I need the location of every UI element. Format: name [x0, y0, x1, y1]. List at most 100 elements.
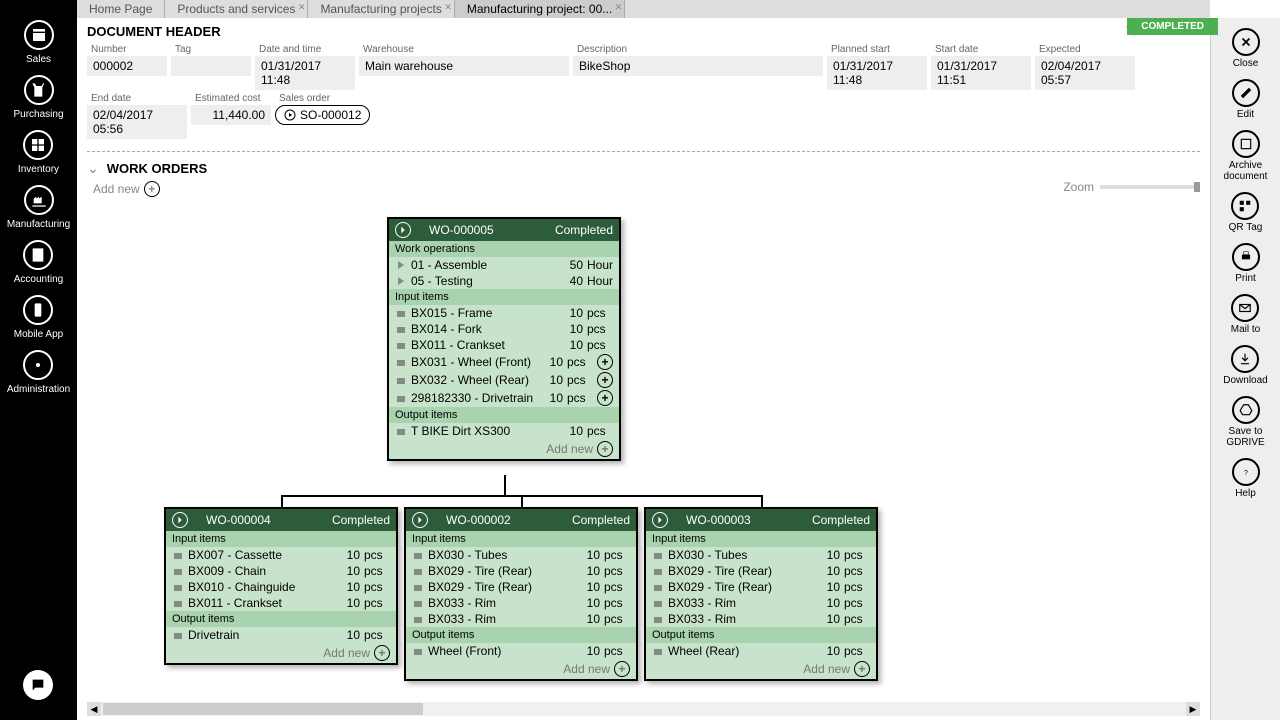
horizontal-scrollbar[interactable]: ◀ ▶	[87, 702, 1200, 716]
end-field[interactable]: 02/04/2017 05:56	[87, 105, 187, 139]
wo-card-5[interactable]: WO-000005Completed Work operations 01 - …	[387, 217, 621, 461]
collapse-icon[interactable]: ⌄	[87, 160, 99, 177]
start-field[interactable]: 01/31/2017 11:51	[931, 56, 1031, 90]
archive-icon	[1232, 130, 1260, 158]
nav-mobile[interactable]: Mobile App	[14, 295, 63, 340]
add-new-item[interactable]: Add new+	[166, 643, 396, 663]
item-row[interactable]: BX033 - Rim10pcs	[406, 611, 636, 627]
print-button[interactable]: Print	[1232, 243, 1260, 284]
item-row[interactable]: Wheel (Rear)10pcs	[646, 643, 876, 659]
item-row[interactable]: BX033 - Rim10pcs	[646, 595, 876, 611]
gdrive-button[interactable]: Save to GDRIVE	[1211, 396, 1280, 448]
item-icon	[395, 307, 407, 319]
add-new-item[interactable]: Add new+	[389, 439, 619, 459]
wo-card-3[interactable]: WO-000003Completed Input items BX030 - T…	[644, 507, 878, 681]
item-row[interactable]: BX030 - Tubes10pcs	[646, 547, 876, 563]
item-row[interactable]: 298182330 - Drivetrain10pcs+	[389, 389, 619, 407]
mail-icon	[1231, 294, 1259, 322]
add-new-wo[interactable]: Add new +	[93, 181, 1200, 197]
item-row[interactable]: BX011 - Crankset10pcs	[389, 337, 619, 353]
item-row[interactable]: BX032 - Wheel (Rear)10pcs+	[389, 371, 619, 389]
tab-products[interactable]: Products and services✕	[165, 0, 308, 18]
item-row[interactable]: BX033 - Rim10pcs	[646, 611, 876, 627]
item-row[interactable]: Wheel (Front)10pcs	[406, 643, 636, 659]
plus-icon: +	[374, 645, 390, 661]
plus-icon[interactable]: +	[597, 372, 613, 388]
nav-manufacturing[interactable]: Manufacturing	[7, 185, 70, 230]
item-row[interactable]: BX009 - Chain10pcs	[166, 563, 396, 579]
item-row[interactable]: BX010 - Chainguide10pcs	[166, 579, 396, 595]
item-icon	[395, 356, 407, 368]
nav-admin[interactable]: Administration	[7, 350, 70, 395]
item-row[interactable]: BX030 - Tubes10pcs	[406, 547, 636, 563]
svg-text:?: ?	[1244, 470, 1248, 477]
wo-canvas: WO-000005Completed Work operations 01 - …	[87, 197, 1200, 720]
item-icon	[412, 549, 424, 561]
cost-field[interactable]: 11,440.00	[191, 105, 271, 125]
item-row[interactable]: Drivetrain10pcs	[166, 627, 396, 643]
item-row[interactable]: BX029 - Tire (Rear)10pcs	[406, 579, 636, 595]
scroll-thumb[interactable]	[103, 703, 423, 715]
item-row[interactable]: BX015 - Frame10pcs	[389, 305, 619, 321]
sales-order-link[interactable]: SO-000012	[275, 105, 370, 125]
close-button[interactable]: Close	[1232, 28, 1260, 69]
item-icon	[412, 597, 424, 609]
wo-card-4[interactable]: WO-000004Completed Input items BX007 - C…	[164, 507, 398, 665]
plus-icon[interactable]: +	[597, 354, 613, 370]
warehouse-field[interactable]: Main warehouse	[359, 56, 569, 76]
zoom-control[interactable]: Zoom	[1063, 180, 1200, 194]
item-row[interactable]: BX014 - Fork10pcs	[389, 321, 619, 337]
archive-button[interactable]: Archive document	[1211, 130, 1280, 182]
close-icon[interactable]: ✕	[444, 2, 452, 13]
item-row[interactable]: BX029 - Tire (Rear)10pcs	[646, 563, 876, 579]
nav-sales[interactable]: Sales	[24, 20, 54, 65]
wo-card-2[interactable]: WO-000002Completed Input items BX030 - T…	[404, 507, 638, 681]
tab-projects[interactable]: Manufacturing projects✕	[308, 0, 454, 18]
tab-project-detail[interactable]: Manufacturing project: 00...✕	[455, 0, 625, 18]
item-row[interactable]: BX029 - Tire (Rear)10pcs	[646, 579, 876, 595]
chat-icon[interactable]	[23, 670, 53, 700]
item-icon	[652, 549, 664, 561]
mobile-icon	[23, 295, 53, 325]
item-icon	[172, 629, 184, 641]
desc-field[interactable]: BikeShop	[573, 56, 823, 76]
tab-home[interactable]: Home Page	[77, 0, 165, 18]
plus-icon: +	[144, 181, 160, 197]
item-row[interactable]: BX029 - Tire (Rear)10pcs	[406, 563, 636, 579]
datetime-field[interactable]: 01/31/2017 11:48	[255, 56, 355, 90]
scroll-right-icon[interactable]: ▶	[1186, 702, 1200, 716]
goto-icon[interactable]	[652, 512, 668, 528]
close-icon[interactable]: ✕	[615, 2, 623, 13]
mail-button[interactable]: Mail to	[1231, 294, 1260, 335]
item-icon	[172, 565, 184, 577]
goto-icon[interactable]	[395, 222, 411, 238]
item-row[interactable]: 05 - Testing40Hour	[389, 273, 619, 289]
help-icon: ?	[1232, 458, 1260, 486]
tag-field[interactable]	[171, 56, 251, 76]
add-new-item[interactable]: Add new+	[406, 659, 636, 679]
item-row[interactable]: T BIKE Dirt XS30010pcs	[389, 423, 619, 439]
item-row[interactable]: BX007 - Cassette10pcs	[166, 547, 396, 563]
zoom-slider[interactable]	[1100, 185, 1200, 189]
planned-field[interactable]: 01/31/2017 11:48	[827, 56, 927, 90]
expected-field[interactable]: 02/04/2017 05:57	[1035, 56, 1135, 90]
nav-accounting[interactable]: Accounting	[14, 240, 63, 285]
nav-inventory[interactable]: Inventory	[18, 130, 59, 175]
item-row[interactable]: BX031 - Wheel (Front)10pcs+	[389, 353, 619, 371]
goto-icon[interactable]	[172, 512, 188, 528]
add-new-item[interactable]: Add new+	[646, 659, 876, 679]
nav-purchasing[interactable]: Purchasing	[13, 75, 63, 120]
close-icon[interactable]: ✕	[298, 2, 306, 13]
item-row[interactable]: BX011 - Crankset10pcs	[166, 595, 396, 611]
plus-icon[interactable]: +	[597, 390, 613, 406]
goto-icon[interactable]	[412, 512, 428, 528]
item-row[interactable]: 01 - Assemble50Hour	[389, 257, 619, 273]
edit-button[interactable]: Edit	[1232, 79, 1260, 120]
purchasing-icon	[24, 75, 54, 105]
qr-button[interactable]: QR Tag	[1229, 192, 1263, 233]
help-button[interactable]: ?Help	[1232, 458, 1260, 499]
download-button[interactable]: Download	[1223, 345, 1267, 386]
number-field[interactable]: 000002	[87, 56, 167, 76]
item-row[interactable]: BX033 - Rim10pcs	[406, 595, 636, 611]
scroll-left-icon[interactable]: ◀	[87, 702, 101, 716]
